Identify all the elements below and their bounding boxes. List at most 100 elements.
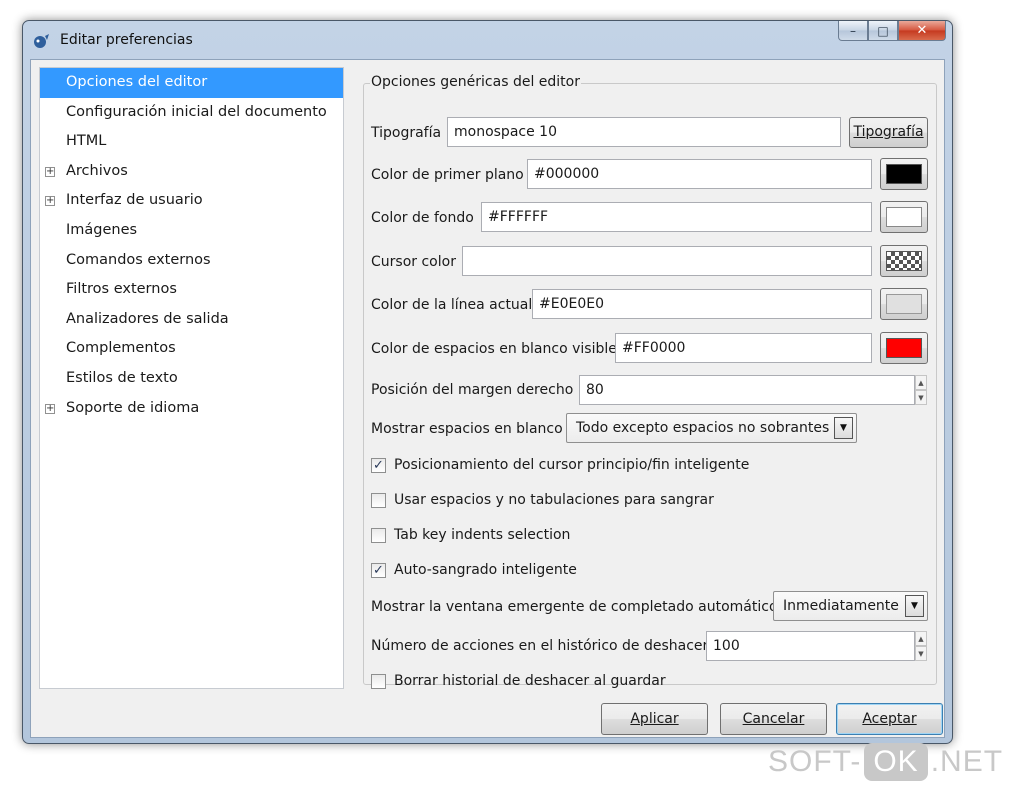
foreground-color-swatch	[886, 164, 922, 184]
background-color-field[interactable]: #FFFFFF	[481, 202, 872, 232]
sidebar-item-label: HTML	[66, 133, 107, 150]
apply-button[interactable]: Aplicar	[601, 703, 708, 735]
sidebar-item-label: Imágenes	[66, 221, 138, 238]
dialog-body: Opciones del editor Configuración inicia…	[30, 59, 945, 738]
sidebar-item-label: Archivos	[66, 162, 128, 179]
group-title: Opciones genéricas del editor	[370, 74, 581, 90]
autocomplete-select[interactable]: Inmediatamente ▼	[773, 591, 928, 621]
whitespace-color-swatch	[886, 338, 922, 358]
sidebar-item-label: Analizadores de salida	[66, 310, 229, 327]
sidebar-item-label: Interfaz de usuario	[66, 192, 203, 209]
spin-up-icon[interactable]: ▲	[915, 631, 927, 646]
current-line-color-button[interactable]	[880, 288, 928, 320]
sidebar-item-label: Filtros externos	[66, 281, 177, 298]
undo-history-label: Número de acciones en el histórico de de…	[371, 638, 709, 654]
soft-ok-watermark: SOFT- OK .NET	[768, 743, 1003, 781]
sidebar-item-label: Estilos de texto	[66, 369, 178, 386]
category-tree[interactable]: Opciones del editor Configuración inicia…	[39, 67, 344, 689]
sidebar-item-language-support[interactable]: + Soporte de idioma	[40, 394, 343, 424]
window-title: Editar preferencias	[60, 32, 193, 48]
smart-home-end-checkbox[interactable]: ✓	[371, 458, 386, 473]
sidebar-item-editor-options[interactable]: Opciones del editor	[40, 68, 343, 98]
cancel-button[interactable]: Cancelar	[720, 703, 827, 735]
whitespace-color-button[interactable]	[880, 332, 928, 364]
watermark-right: .NET	[930, 745, 1004, 778]
expand-icon[interactable]: +	[45, 166, 55, 177]
undo-history-input[interactable]: 100	[706, 631, 915, 661]
spin-up-icon[interactable]: ▲	[915, 375, 927, 390]
show-whitespace-label: Mostrar espacios en blanco	[371, 421, 563, 437]
right-margin-input[interactable]: 80	[579, 375, 915, 405]
autocomplete-label: Mostrar la ventana emergente de completa…	[371, 599, 778, 615]
sidebar-item-files[interactable]: + Archivos	[40, 157, 343, 187]
cancel-button-label: Cancelar	[742, 711, 805, 727]
foreground-color-label: Color de primer plano	[371, 167, 524, 183]
spin-down-icon[interactable]: ▼	[915, 646, 927, 661]
current-line-color-label: Color de la línea actual	[371, 297, 533, 313]
tab-indents-checkbox[interactable]	[371, 528, 386, 543]
autocomplete-value: Inmediatamente	[783, 598, 899, 614]
close-icon: ✕	[916, 23, 928, 38]
show-whitespace-value: Todo excepto espacios no sobrantes	[576, 420, 830, 436]
sidebar-item-label: Soporte de idioma	[66, 399, 200, 416]
accept-button[interactable]: Aceptar	[836, 703, 943, 735]
font-field[interactable]: monospace 10	[447, 117, 841, 147]
sidebar-item-user-interface[interactable]: + Interfaz de usuario	[40, 186, 343, 216]
sidebar-item-external-commands[interactable]: Comandos externos	[40, 246, 343, 276]
smart-home-end-label: Posicionamiento del cursor principio/fin…	[394, 457, 750, 473]
sidebar-item-label: Comandos externos	[66, 251, 211, 268]
sidebar-item-html[interactable]: HTML	[40, 127, 343, 157]
accept-button-label: Aceptar	[862, 711, 917, 727]
background-color-label: Color de fondo	[371, 210, 474, 226]
whitespace-color-field[interactable]: #FF0000	[615, 333, 872, 363]
maximize-button[interactable]: □	[868, 21, 898, 41]
watermark-box: OK	[864, 743, 928, 781]
expand-icon[interactable]: +	[45, 196, 55, 207]
spaces-for-tabs-label: Usar espacios y no tabulaciones para san…	[394, 492, 714, 508]
window-controls: – □ ✕	[838, 21, 946, 41]
sidebar-item-initial-document[interactable]: Configuración inicial del documento	[40, 98, 343, 128]
cursor-color-label: Cursor color	[371, 254, 456, 270]
sidebar-item-plugins[interactable]: Complementos	[40, 334, 343, 364]
sidebar-item-images[interactable]: Imágenes	[40, 216, 343, 246]
right-margin-stepper[interactable]: ▲ ▼	[915, 375, 927, 405]
sidebar-item-label: Complementos	[66, 340, 176, 357]
smart-autoindent-checkbox[interactable]: ✓	[371, 563, 386, 578]
watermark-left: SOFT-	[768, 745, 862, 778]
clear-undo-checkbox[interactable]	[371, 674, 386, 689]
chevron-down-icon: ▼	[905, 595, 924, 617]
apply-button-label: Aplicar	[630, 711, 679, 727]
spaces-for-tabs-checkbox[interactable]	[371, 493, 386, 508]
cursor-color-field[interactable]	[462, 246, 872, 276]
sidebar-item-external-filters[interactable]: Filtros externos	[40, 275, 343, 305]
show-whitespace-select[interactable]: Todo excepto espacios no sobrantes ▼	[566, 413, 857, 443]
font-button-label: Tipografía	[853, 124, 924, 140]
tab-indents-label: Tab key indents selection	[394, 527, 571, 543]
title-bar[interactable]: Editar preferencias – □ ✕	[23, 21, 952, 59]
sidebar-item-output-parsers[interactable]: Analizadores de salida	[40, 305, 343, 335]
font-button[interactable]: Tipografía	[849, 117, 928, 148]
sidebar-item-label: Opciones del editor	[66, 74, 208, 90]
chevron-down-icon: ▼	[834, 417, 853, 439]
close-button[interactable]: ✕	[898, 21, 946, 41]
background-color-swatch	[886, 207, 922, 227]
smart-autoindent-label: Auto-sangrado inteligente	[394, 562, 577, 578]
sidebar-item-label: Configuración inicial del documento	[66, 103, 327, 120]
whitespace-color-label: Color de espacios en blanco visible	[371, 341, 617, 357]
foreground-color-field[interactable]: #000000	[527, 159, 872, 189]
font-label: Tipografía	[371, 125, 442, 141]
clear-undo-label: Borrar historial de deshacer al guardar	[394, 673, 666, 689]
background-color-button[interactable]	[880, 201, 928, 233]
undo-history-stepper[interactable]: ▲ ▼	[915, 631, 927, 661]
spin-down-icon[interactable]: ▼	[915, 390, 927, 405]
current-line-color-field[interactable]: #E0E0E0	[532, 289, 872, 319]
preferences-window: Editar preferencias – □ ✕ Opciones del e…	[22, 20, 953, 744]
sidebar-item-text-styles[interactable]: Estilos de texto	[40, 364, 343, 394]
bluefish-app-icon	[34, 34, 49, 48]
foreground-color-button[interactable]	[880, 158, 928, 190]
cursor-color-button[interactable]	[880, 245, 928, 277]
right-margin-label: Posición del margen derecho	[371, 382, 574, 398]
minimize-button[interactable]: –	[838, 21, 868, 41]
current-line-color-swatch	[886, 294, 922, 314]
expand-icon[interactable]: +	[45, 403, 55, 414]
